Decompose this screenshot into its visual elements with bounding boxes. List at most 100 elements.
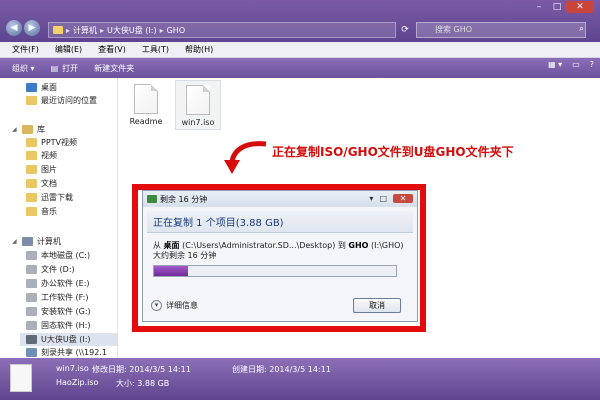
- view-options-icon[interactable]: ▦ ▾: [548, 60, 562, 69]
- sidebar-item-documents[interactable]: 文档: [26, 177, 57, 190]
- disc-image-icon: [186, 85, 210, 115]
- file-readme[interactable]: Readme: [126, 84, 166, 126]
- computer-icon: [22, 237, 33, 246]
- document-icon: [26, 179, 37, 188]
- sidebar-item-drive-f[interactable]: 工作软件 (F:): [26, 291, 88, 304]
- from-location[interactable]: 桌面: [164, 241, 180, 250]
- sidebar-item-label: 最近访问的位置: [41, 96, 97, 105]
- menu-help[interactable]: 帮助(H): [177, 42, 221, 57]
- sidebar-item-drive-g[interactable]: 安装软件 (G:): [26, 305, 91, 318]
- sidebar-item-drive-c[interactable]: 本地磁盘 (C:): [26, 249, 90, 262]
- sidebar-item-label: 本地磁盘 (C:): [41, 251, 91, 260]
- menu-tools[interactable]: 工具(T): [134, 42, 177, 57]
- from-path: (C:\Users\Administrator.SD...\Desktop): [182, 241, 336, 250]
- sidebar-item-label: 文件 (D:): [41, 265, 75, 274]
- menu-file[interactable]: 文件(F): [4, 42, 47, 57]
- sidebar-item-label: 办公软件 (E:): [41, 279, 90, 288]
- sidebar-item-music[interactable]: 音乐: [26, 205, 57, 218]
- sidebar-item-label: U大侠U盘 (I:): [41, 335, 91, 344]
- maximize-button[interactable]: □: [548, 1, 566, 13]
- cancel-button[interactable]: 取消: [353, 298, 401, 313]
- detail-modified: 修改日期: 2014/3/5 14:11: [92, 364, 191, 375]
- back-button[interactable]: ◀: [6, 20, 22, 36]
- drive-icon: [26, 279, 37, 288]
- music-icon: [26, 207, 37, 216]
- minimize-button[interactable]: –: [530, 1, 548, 13]
- copy-progress-bar: [153, 265, 397, 277]
- details-pane: win7.iso 修改日期: 2014/3/5 14:11 创建日期: 2014…: [0, 358, 600, 400]
- chevron-down-icon: ▾: [151, 300, 162, 311]
- sidebar-item-label: 图片: [41, 165, 57, 174]
- sidebar-item-pptv[interactable]: PPTV视频: [26, 136, 77, 149]
- breadcrumb-separator: ▸: [66, 25, 71, 35]
- sidebar-item-pictures[interactable]: 图片: [26, 163, 57, 176]
- window-controls: – □ ✕: [530, 1, 594, 13]
- detail-file-name: win7.iso: [56, 364, 89, 373]
- file-name: Readme: [129, 117, 163, 126]
- help-icon[interactable]: ?: [590, 60, 594, 69]
- more-info-toggle[interactable]: ▾ 详细信息: [151, 300, 198, 311]
- from-label: 从: [153, 241, 161, 250]
- command-toolbar: 组织 ▾ ▤ 打开 新建文件夹 ▦ ▾ ▭ ?: [0, 58, 600, 78]
- sidebar-item-label: 音乐: [41, 207, 57, 216]
- close-button[interactable]: ✕: [393, 194, 413, 203]
- menu-view[interactable]: 查看(V): [90, 42, 134, 57]
- minimize-button[interactable]: ▾: [369, 194, 373, 203]
- refresh-icon[interactable]: ⟳: [398, 22, 412, 38]
- copy-icon: [147, 195, 157, 203]
- copy-route: 从 桌面 (C:\Users\Administrator.SD...\Deskt…: [153, 241, 407, 251]
- breadcrumb-computer[interactable]: 计算机: [73, 25, 97, 36]
- sidebar-item-label: 计算机: [37, 237, 61, 246]
- preview-pane-icon[interactable]: ▭: [572, 60, 580, 69]
- sidebar-item-drive-e[interactable]: 办公软件 (E:): [26, 277, 90, 290]
- to-path: (I:\GHO): [371, 241, 404, 250]
- more-info-label: 详细信息: [166, 301, 198, 310]
- sidebar-item-computer[interactable]: ◢ 计算机: [12, 235, 61, 248]
- dialog-title: 剩余 16 分钟: [160, 194, 208, 204]
- maximize-button[interactable]: □: [379, 194, 387, 203]
- organize-button[interactable]: 组织 ▾: [12, 63, 35, 74]
- detail-second-file: HaoZip.iso: [56, 378, 99, 387]
- drive-icon: [26, 307, 37, 316]
- sidebar-item-videos[interactable]: 视频: [26, 149, 57, 162]
- breadcrumb-gho[interactable]: GHO: [167, 26, 186, 35]
- size-label: 大小:: [116, 379, 135, 388]
- sidebar-item-desktop[interactable]: 桌面: [26, 81, 57, 94]
- breadcrumb-usb-drive[interactable]: U大侠U盘 (I:): [107, 25, 157, 36]
- search-input[interactable]: 搜索 GHO: [416, 22, 586, 38]
- copy-details: 从 桌面 (C:\Users\Administrator.SD...\Deskt…: [143, 233, 417, 261]
- drive-icon: [26, 321, 37, 330]
- collapse-icon[interactable]: ◢: [12, 126, 18, 133]
- sidebar-item-label: 刻录共享 (\\192.1: [41, 348, 107, 357]
- file-win7-iso[interactable]: win7.iso: [175, 80, 221, 130]
- view-controls: ▦ ▾ ▭ ?: [548, 60, 594, 69]
- sidebar-item-recent[interactable]: 最近访问的位置: [26, 94, 97, 107]
- disc-image-icon: [10, 364, 32, 392]
- sidebar-item-label: 库: [37, 125, 45, 134]
- menu-edit[interactable]: 编辑(E): [47, 42, 90, 57]
- new-folder-button[interactable]: 新建文件夹: [94, 63, 134, 74]
- sidebar-item-library[interactable]: ◢ 库: [12, 123, 45, 136]
- window-titlebar: – □ ✕ ◀ ▶ ▸ 计算机 ▸ U大侠U盘 (I:) ▸ GHO ⟳ 搜索 …: [0, 0, 600, 42]
- sidebar-item-drive-h[interactable]: 固态软件 (H:): [26, 319, 91, 332]
- sidebar-item-usb-drive[interactable]: U大侠U盘 (I:): [26, 333, 91, 346]
- desktop-icon: [26, 83, 37, 92]
- sidebar-item-label: 工作软件 (F:): [41, 293, 89, 302]
- created-label: 创建日期:: [232, 365, 267, 374]
- sidebar-item-label: 视频: [41, 151, 57, 160]
- sidebar-item-thunder[interactable]: 迅雷下载: [26, 191, 73, 204]
- sidebar-item-drive-d[interactable]: 文件 (D:): [26, 263, 75, 276]
- open-icon: ▤: [50, 63, 59, 73]
- forward-button[interactable]: ▶: [24, 20, 40, 36]
- sidebar-item-label: 安装软件 (G:): [41, 307, 91, 316]
- video-icon: [26, 151, 37, 160]
- detail-size: 大小: 3.88 GB: [116, 378, 169, 389]
- close-button[interactable]: ✕: [566, 1, 594, 13]
- address-bar[interactable]: ▸ 计算机 ▸ U大侠U盘 (I:) ▸ GHO: [48, 22, 396, 38]
- collapse-icon[interactable]: ◢: [12, 238, 18, 245]
- open-button[interactable]: ▤ 打开: [51, 63, 79, 74]
- menu-bar: 文件(F) 编辑(E) 查看(V) 工具(T) 帮助(H): [0, 42, 600, 58]
- to-location[interactable]: GHO: [348, 241, 368, 250]
- size-value: 3.88 GB: [137, 379, 170, 388]
- sidebar-item-label: 固态软件 (H:): [41, 321, 91, 330]
